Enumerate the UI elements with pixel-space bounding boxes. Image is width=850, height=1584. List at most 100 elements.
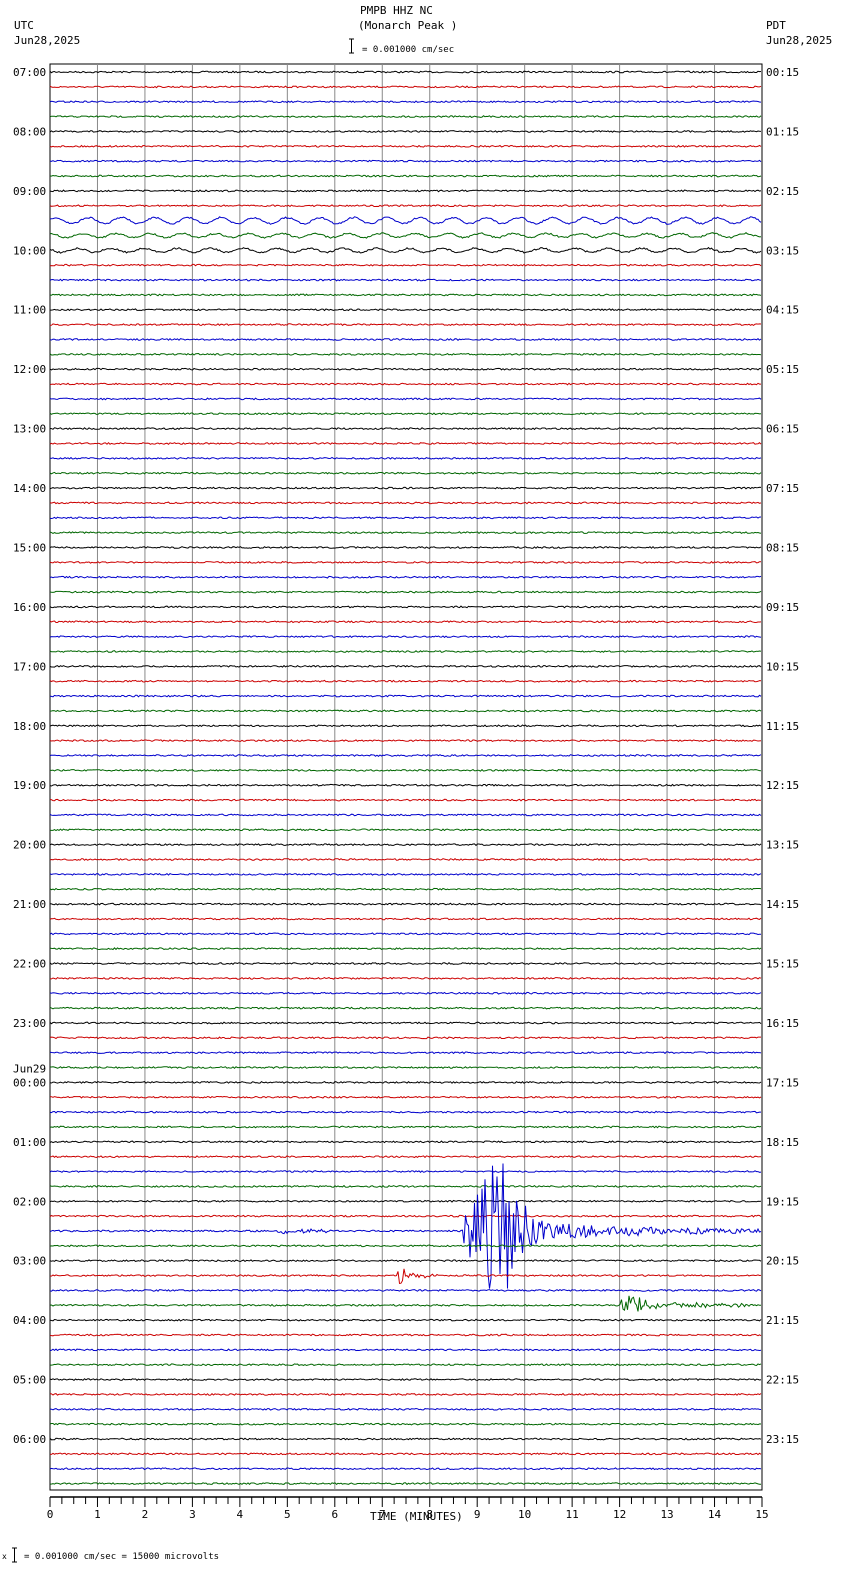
utc-hour-label: 23:00 bbox=[13, 1017, 46, 1030]
x-tick-label: 3 bbox=[189, 1508, 196, 1521]
trace-row bbox=[49, 575, 762, 579]
trace-row bbox=[49, 1452, 762, 1456]
footer-scale-text: = 0.001000 cm/sec = 15000 microvolts bbox=[24, 1552, 219, 1562]
trace-row bbox=[49, 1214, 762, 1218]
trace-row bbox=[49, 382, 761, 386]
x-axis-label: TIME (MINUTES) bbox=[370, 1510, 463, 1523]
trace-row bbox=[49, 1407, 762, 1411]
trace-row bbox=[49, 560, 762, 564]
trace-row bbox=[49, 397, 762, 401]
trace-row bbox=[49, 590, 762, 594]
utc-hour-label: 06:00 bbox=[13, 1433, 46, 1446]
date-change-label: Jun29 bbox=[13, 1062, 46, 1075]
trace-row bbox=[49, 204, 762, 208]
trace-row bbox=[49, 1378, 762, 1382]
trace-row bbox=[49, 1268, 762, 1284]
footer-scale-bar-icon bbox=[12, 1547, 17, 1563]
pdt-hour-label: 13:15 bbox=[766, 839, 799, 852]
utc-hour-label: 00:00 bbox=[13, 1076, 46, 1089]
pdt-hour-label: 20:15 bbox=[766, 1255, 799, 1268]
utc-hour-label: 14:00 bbox=[13, 482, 46, 495]
utc-hour-label: 17:00 bbox=[13, 660, 46, 673]
trace-row bbox=[49, 323, 762, 327]
helicorder: PMPB HHZ NC (Monarch Peak ) UTC Jun28,20… bbox=[0, 0, 850, 1584]
trace-row bbox=[49, 174, 762, 178]
trace-row bbox=[49, 516, 762, 520]
pdt-hour-label: 14:15 bbox=[766, 898, 799, 911]
trace-row bbox=[49, 144, 762, 148]
trace-row bbox=[49, 739, 762, 743]
x-tick-label: 9 bbox=[474, 1508, 481, 1521]
utc-hour-label: 16:00 bbox=[13, 601, 46, 614]
trace-row bbox=[49, 1051, 762, 1055]
trace-row bbox=[49, 100, 762, 104]
trace-row bbox=[49, 709, 762, 713]
trace-row bbox=[49, 1482, 762, 1486]
utc-hour-label: 04:00 bbox=[13, 1314, 46, 1327]
trace-row bbox=[49, 70, 762, 74]
x-tick-label: 12 bbox=[613, 1508, 626, 1521]
trace-row bbox=[49, 1318, 762, 1322]
utc-label: UTC bbox=[14, 19, 34, 32]
trace-row bbox=[49, 783, 762, 787]
x-tick-label: 13 bbox=[660, 1508, 673, 1521]
pdt-hour-label: 19:15 bbox=[766, 1195, 799, 1208]
trace-row bbox=[49, 813, 762, 817]
scale-bar-icon bbox=[349, 38, 354, 54]
trace-row bbox=[49, 605, 762, 609]
trace-row bbox=[49, 263, 762, 267]
trace-row bbox=[49, 947, 762, 951]
trace-row bbox=[49, 531, 762, 535]
trace-row bbox=[50, 1095, 762, 1099]
utc-hour-label: 05:00 bbox=[13, 1374, 46, 1387]
x-tick-label: 6 bbox=[331, 1508, 338, 1521]
pdt-hour-label: 17:15 bbox=[766, 1076, 799, 1089]
pdt-hour-label: 01:15 bbox=[766, 125, 799, 138]
trace-row bbox=[49, 352, 762, 356]
trace-row bbox=[49, 1422, 762, 1426]
trace-row bbox=[49, 1163, 762, 1289]
pdt-hour-label: 10:15 bbox=[766, 660, 799, 673]
x-tick-label: 0 bbox=[47, 1508, 54, 1521]
trace-row bbox=[49, 872, 762, 876]
pdt-hour-label: 08:15 bbox=[766, 541, 799, 554]
trace-row bbox=[49, 694, 762, 698]
trace-row bbox=[49, 338, 762, 341]
trace-row bbox=[49, 1288, 762, 1292]
x-tick-label: 4 bbox=[237, 1508, 244, 1521]
trace-row bbox=[49, 650, 762, 653]
pdt-hour-label: 21:15 bbox=[766, 1314, 799, 1327]
utc-hour-label: 02:00 bbox=[13, 1195, 46, 1208]
trace-row bbox=[49, 1467, 762, 1471]
x-tick-label: 14 bbox=[708, 1508, 722, 1521]
pdt-hour-label: 18:15 bbox=[766, 1136, 799, 1149]
utc-hour-label: 11:00 bbox=[13, 304, 46, 317]
pdt-hour-label: 12:15 bbox=[766, 779, 799, 792]
utc-hour-label: 20:00 bbox=[13, 839, 46, 852]
trace-row bbox=[49, 216, 762, 225]
x-tick-label: 5 bbox=[284, 1508, 291, 1521]
trace-row bbox=[49, 1036, 761, 1040]
trace-row bbox=[49, 1006, 762, 1010]
trace-row bbox=[49, 486, 762, 490]
trace-row bbox=[49, 501, 762, 505]
trace-row bbox=[49, 620, 762, 624]
trace-row bbox=[49, 1080, 762, 1084]
trace-row bbox=[49, 412, 762, 416]
trace-row bbox=[49, 768, 762, 772]
pdt-hour-label: 15:15 bbox=[766, 958, 799, 971]
trace-row bbox=[49, 932, 762, 936]
utc-date: Jun28,2025 bbox=[14, 34, 80, 47]
trace-row bbox=[49, 917, 762, 921]
trace-row bbox=[49, 159, 762, 163]
trace-row bbox=[49, 1155, 762, 1159]
trace-row bbox=[49, 724, 762, 728]
footer-mark: x bbox=[2, 1552, 7, 1561]
x-tick-label: 15 bbox=[755, 1508, 768, 1521]
trace-row bbox=[49, 1259, 762, 1263]
trace-row bbox=[49, 367, 762, 371]
trace-row bbox=[49, 232, 762, 239]
x-tick-label: 1 bbox=[94, 1508, 101, 1521]
trace-row bbox=[49, 1333, 762, 1337]
trace-row bbox=[49, 471, 762, 475]
